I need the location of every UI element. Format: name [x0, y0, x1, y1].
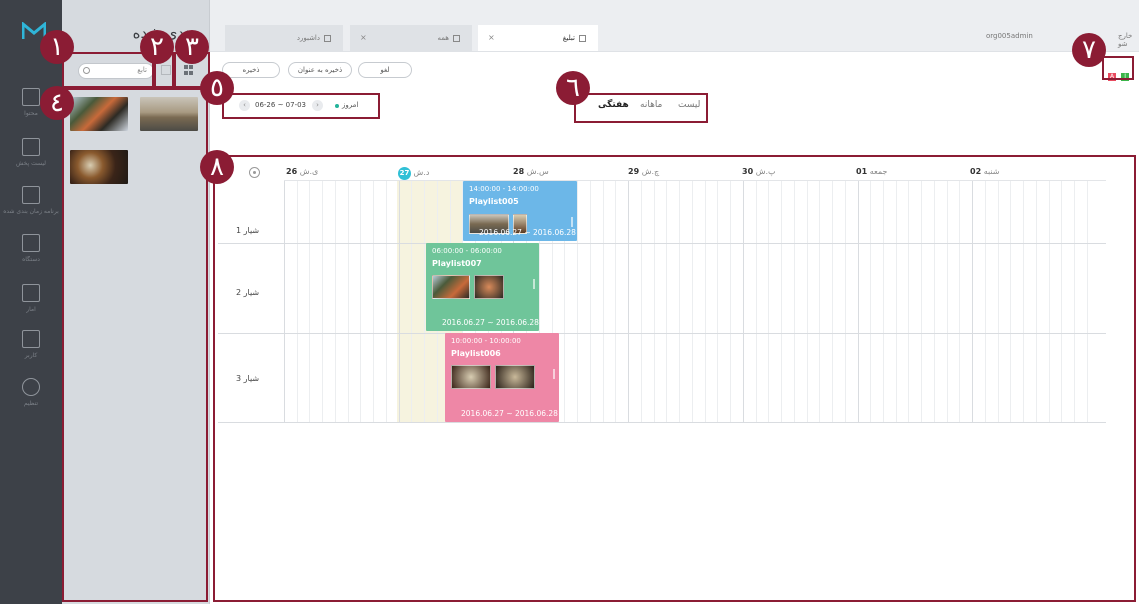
user-icon — [22, 330, 40, 348]
chart-icon — [22, 284, 40, 302]
cancel-button[interactable]: لغو — [358, 62, 412, 78]
annotation-badge-5: ٥ — [200, 71, 234, 105]
tab-dashboard[interactable]: داشبورد — [225, 25, 343, 51]
tab-all[interactable]: × همه — [350, 25, 472, 51]
content-icon — [22, 88, 40, 106]
tab-ad[interactable]: × تبلیغ — [478, 25, 598, 51]
monitor-icon — [22, 234, 40, 252]
calendar-icon — [579, 34, 586, 42]
annotation-box-1 — [62, 52, 154, 88]
annotation-box-8 — [213, 155, 1136, 602]
playlist-icon — [22, 138, 40, 156]
tab-bar: داشبورد × همه × تبلیغ — [210, 0, 1139, 52]
annotation-badge-6: ٦ — [556, 71, 590, 105]
close-icon[interactable]: × — [488, 33, 495, 42]
user-name[interactable]: org005admin — [986, 32, 1033, 40]
annotation-badge-7: ٧ — [1072, 33, 1106, 67]
annotation-box-5 — [222, 93, 380, 119]
calendar-icon — [22, 186, 40, 204]
rail-item-schedule[interactable]: برنامه زمان بندی شده — [0, 186, 62, 234]
rail-item-stats[interactable]: آمار — [0, 284, 62, 332]
annotation-box-4 — [62, 88, 208, 602]
annotation-badge-3: ٣ — [175, 30, 209, 64]
annotation-badge-1: ١ — [40, 30, 74, 64]
save-button[interactable]: ذخیره — [222, 62, 280, 78]
annotation-badge-8: ٨ — [200, 150, 234, 184]
annotation-box-6 — [574, 93, 708, 123]
gear-icon — [22, 378, 40, 396]
annotation-badge-4: ٤ — [40, 86, 74, 120]
rail-item-playlist[interactable]: لیست پخش — [0, 138, 62, 186]
rail-item-settings[interactable]: تنظیم — [0, 378, 62, 426]
calendar-icon — [453, 34, 460, 42]
rail-item-user[interactable]: کاربر — [0, 330, 62, 378]
grid-icon — [324, 34, 331, 42]
logout-link[interactable]: خارج شو — [1118, 32, 1139, 48]
annotation-badge-2: ٢ — [140, 30, 174, 64]
rail-item-device[interactable]: دستگاه — [0, 234, 62, 282]
save-as-button[interactable]: ذخیره به عنوان — [288, 62, 352, 78]
annotation-box-7 — [1102, 56, 1134, 80]
close-icon[interactable]: × — [360, 33, 367, 42]
